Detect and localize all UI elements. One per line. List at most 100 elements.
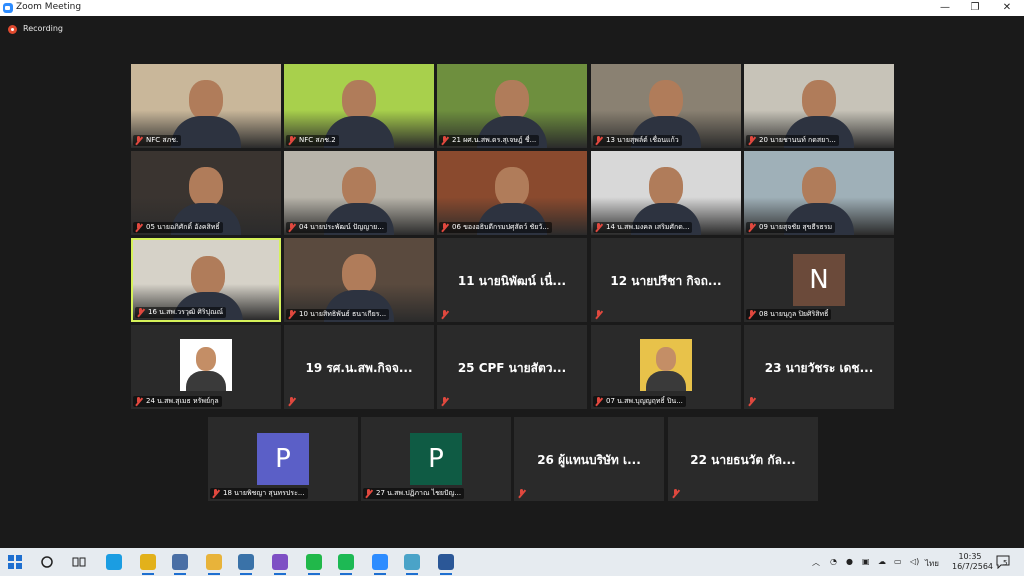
record-icon (8, 25, 17, 34)
participant-name-tag: 14 น.สพ.มงคล เสริมศักด... (593, 222, 693, 233)
muted-mic-icon (746, 135, 757, 146)
taskbar-clock[interactable]: 10:35 16/7/2564 (952, 552, 993, 572)
participant-name-tag: 13 นายสุพล์ต์ เชื่อนแก้ว (593, 135, 682, 146)
windows-taskbar: ︿ ◔ ● ▣ ☁ ▭ ◁) ไทย 10:35 16/7/2564 5 (0, 548, 1024, 576)
word-icon[interactable] (438, 554, 454, 575)
network-app-icon[interactable] (172, 554, 188, 575)
participant-tile[interactable]: 13 นายสุพล์ต์ เชื่อนแก้ว (591, 64, 741, 148)
participant-name-tag: 27 น.สพ.ปฏิภาณ ไชยปัญ... (363, 488, 465, 499)
muted-mic-icon (133, 135, 144, 146)
chrome-icon[interactable] (140, 554, 156, 575)
muted-mic-icon (746, 309, 757, 320)
participant-tile[interactable]: P 27 น.สพ.ปฏิภาณ ไชยปัญ... (361, 417, 511, 501)
participant-tile[interactable]: 22 นายธนวัต กัล... (668, 417, 818, 501)
person-body (186, 371, 226, 391)
person-silhouette (649, 167, 683, 207)
participant-tile[interactable]: 05 นายอภิศักดิ์ อังคสิทธิ์ (131, 151, 281, 235)
muted-mic-icon (439, 309, 450, 320)
avatar: P (257, 433, 309, 485)
window-title: Zoom Meeting (16, 2, 82, 12)
participant-tile[interactable]: 10 นายสิทธิพันธ์ ธนาเกียร... (284, 238, 434, 322)
muted-mic-icon (593, 222, 604, 233)
recording-label: Recording (23, 24, 64, 33)
chevron-up-icon[interactable]: ︿ (812, 557, 820, 568)
close-button[interactable]: ✕ (992, 0, 1022, 16)
participant-tile[interactable]: 04 นายประพัฒน์ ปัญญาย... (284, 151, 434, 235)
language-indicator[interactable]: ไทย (925, 557, 939, 570)
participant-name-tag: 16 น.สพ.วรวุฒิ ศิริปุณณ์ (135, 307, 227, 318)
camera-icon[interactable]: ▣ (862, 557, 870, 566)
participant-display-name: 26 ผู้แทนบริษัท เ... (537, 453, 641, 467)
person-silhouette (196, 347, 216, 371)
participant-tile[interactable]: 25 CPF นายสัตว... (437, 325, 587, 409)
file-explorer-icon[interactable] (206, 554, 222, 575)
meeting-gallery: Recording NFC สภช. NFC สภช.2 21 ผศ.น.สพ.ดร… (0, 16, 1024, 548)
participant-tile[interactable]: 14 น.สพ.มงคล เสริมศักด... (591, 151, 741, 235)
participant-tile[interactable]: 16 น.สพ.วรวุฒิ ศิริปุณณ์ (131, 238, 281, 322)
profile-photo (640, 339, 692, 391)
participant-name-tag: 05 นายอภิศักดิ์ อังคสิทธิ์ (133, 222, 223, 233)
edge-icon[interactable] (106, 554, 122, 570)
participant-tile[interactable]: 23 นายวัชระ เดช... (744, 325, 894, 409)
search-icon[interactable] (40, 554, 56, 570)
participant-tile[interactable]: 24 น.สพ.สุเมธ หรัพย์กุล (131, 325, 281, 409)
muted-mic-icon (516, 488, 527, 499)
volume-icon[interactable]: ◁) (910, 557, 919, 566)
person-silhouette (495, 80, 529, 120)
wifi-icon[interactable]: ◔ (830, 557, 837, 566)
participant-tile[interactable]: 09 นายสุจชัย สุขธีรธรม (744, 151, 894, 235)
muted-mic-icon (210, 488, 221, 499)
muted-mic-icon (593, 396, 604, 407)
maximize-button[interactable]: ❐ (960, 0, 990, 16)
participant-tile[interactable]: 06 ของอธิบดีกรมปศุสัตว์ ชัยวั... (437, 151, 587, 235)
muted-mic-icon (439, 222, 450, 233)
task-view-icon[interactable] (72, 554, 88, 570)
notification-center-button[interactable]: 5 (996, 554, 1010, 570)
muted-mic-icon (286, 135, 297, 146)
muted-mic-icon (286, 396, 297, 407)
windows-start-icon[interactable] (8, 554, 24, 570)
notification-count: 5 (1003, 559, 1008, 567)
line-icon[interactable] (306, 554, 322, 575)
participant-display-name: 19 รศ.น.สพ.กิจจ... (305, 361, 413, 375)
spotify-icon[interactable] (338, 554, 354, 575)
muted-mic-icon (133, 396, 144, 407)
participant-tile[interactable]: 12 นายปรีชา กิจถ... (591, 238, 741, 322)
participant-tile[interactable]: NFC สภช.2 (284, 64, 434, 148)
participant-tile[interactable]: 19 รศ.น.สพ.กิจจ... (284, 325, 434, 409)
zoom-icon[interactable] (372, 554, 388, 575)
python-icon[interactable] (238, 554, 254, 575)
participant-name-tag: 04 นายประพัฒน์ ปัญญาย... (286, 222, 387, 233)
muted-mic-icon (439, 135, 450, 146)
participant-tile[interactable]: 26 ผู้แทนบริษัท เ... (514, 417, 664, 501)
person-silhouette (342, 167, 376, 207)
participant-tile[interactable]: P 18 นายพิชญา สุนทรประ... (208, 417, 358, 501)
person-silhouette (495, 167, 529, 207)
participant-tile[interactable]: 21 ผศ.น.สพ.ดร.สุเจษฎ์ ชื่... (437, 64, 587, 148)
participant-display-name: 11 นายนิพัฒน์ เนื่... (457, 274, 567, 288)
network-icon[interactable]: ▭ (894, 557, 902, 566)
minimize-button[interactable]: — (930, 0, 960, 16)
participant-tile[interactable]: 11 นายนิพัฒน์ เนื่... (437, 238, 587, 322)
person-body (171, 116, 241, 148)
participant-tile[interactable]: 20 นายชานนท์ กดสยา... (744, 64, 894, 148)
participant-name-tag: 24 น.สพ.สุเมธ หรัพย์กุล (133, 396, 222, 407)
participant-tile[interactable]: NFC สภช. (131, 64, 281, 148)
muted-mic-icon (286, 222, 297, 233)
person-silhouette (802, 80, 836, 120)
profile-photo (180, 339, 232, 391)
visual-studio-icon[interactable] (272, 554, 288, 575)
onedrive-icon[interactable]: ☁ (878, 557, 886, 566)
muted-mic-icon (746, 222, 757, 233)
muted-mic-icon (286, 309, 297, 320)
participant-name-tag: 07 น.สพ.บุญญฤทธิ์ ปิน... (593, 396, 686, 407)
muted-mic-icon (135, 307, 146, 318)
participant-name-tag: 21 ผศ.น.สพ.ดร.สุเจษฎ์ ชื่... (439, 135, 540, 146)
muted-mic-icon (746, 396, 757, 407)
participant-name-tag: 10 นายสิทธิพันธ์ ธนาเกียร... (286, 309, 390, 320)
notes-icon[interactable] (404, 554, 420, 575)
participant-tile[interactable]: 07 น.สพ.บุญญฤทธิ์ ปิน... (591, 325, 741, 409)
participant-tile[interactable]: N 08 นายนุกูล ปิยศิริสิทธิ์ (744, 238, 894, 322)
muted-mic-icon (670, 488, 681, 499)
microphone-icon[interactable]: ● (846, 557, 853, 566)
